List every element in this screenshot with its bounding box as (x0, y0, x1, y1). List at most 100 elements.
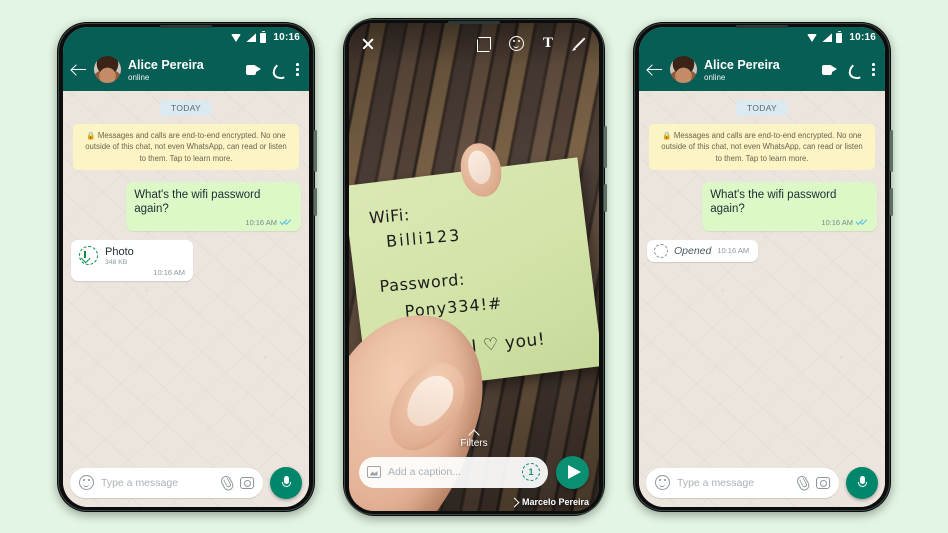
video-call-icon[interactable] (246, 64, 261, 75)
paperclip-icon[interactable] (217, 473, 235, 491)
composer-right: Type a message (639, 459, 885, 507)
text-icon[interactable]: T (543, 36, 553, 51)
encryption-notice[interactable]: 🔒 Messages and calls are end-to-end encr… (73, 123, 299, 171)
day-divider: TODAY (160, 99, 212, 116)
filters-control[interactable]: Filters (349, 430, 599, 449)
power-button-middle-phone[interactable] (604, 183, 607, 212)
microphone-icon (858, 475, 868, 490)
message-row-outgoing: What's the wifi password again? 10:16 AM (71, 182, 301, 231)
volume-button-middle-phone[interactable] (604, 125, 607, 168)
photo-labels: Photo 348 KB (105, 246, 134, 266)
outgoing-message-bubble[interactable]: What's the wifi password again? 10:16 AM (702, 182, 877, 231)
view-once-opened-bubble[interactable]: Opened 10:16 AM (647, 239, 759, 262)
photo-size: 348 KB (105, 258, 128, 266)
avatar[interactable] (670, 56, 697, 83)
close-icon[interactable] (361, 37, 375, 51)
editor-tool-group: T (475, 36, 587, 52)
cellular-signal-icon (246, 33, 257, 42)
outgoing-message-text: What's the wifi password again? (710, 189, 837, 216)
earpiece-speaker-right (736, 24, 788, 28)
power-button-left-phone[interactable] (314, 187, 317, 216)
three-phone-showcase: 10:16 Alice Pereira online TODAY 🔒 Messa… (0, 0, 948, 533)
screen-left: 10:16 Alice Pereira online TODAY 🔒 Messa… (63, 26, 309, 507)
chevron-up-icon (469, 430, 480, 436)
emoji-icon[interactable] (79, 475, 94, 490)
back-arrow-icon[interactable] (71, 62, 87, 78)
phone-left-chat: 10:16 Alice Pereira online TODAY 🔒 Messa… (57, 21, 317, 512)
view-once-badge[interactable]: 1 (522, 463, 540, 481)
voice-call-icon[interactable] (272, 63, 285, 76)
day-divider: TODAY (736, 99, 788, 116)
note-line-message: I ♡ you! (471, 329, 547, 357)
cellular-signal-icon (822, 33, 833, 42)
opened-time: 10:16 AM (717, 246, 750, 256)
volume-button-right-phone[interactable] (890, 129, 893, 172)
message-time: 10:16 AM (245, 217, 277, 227)
caption-input-pill[interactable]: Add a caption... 1 (359, 456, 548, 488)
sticker-icon[interactable] (508, 36, 524, 51)
message-input-placeholder[interactable]: Type a message (101, 477, 213, 489)
emoji-icon[interactable] (655, 475, 670, 490)
photo-time: 10:16 AM (153, 267, 185, 277)
battery-icon (260, 30, 267, 43)
wifi-icon (231, 33, 242, 42)
composer-left: Type a message (63, 459, 309, 507)
voice-call-icon[interactable] (848, 63, 861, 76)
note-message-post: you! (497, 328, 547, 354)
message-input-pill[interactable]: Type a message (646, 467, 839, 498)
contact-name: Alice Pereira (704, 57, 780, 72)
encryption-notice[interactable]: 🔒 Messages and calls are end-to-end encr… (649, 123, 875, 171)
contact-info[interactable]: Alice Pereira online (128, 57, 239, 82)
message-list-left: TODAY 🔒 Messages and calls are end-to-en… (71, 99, 301, 281)
status-bar-clock: 10:16 (849, 32, 876, 43)
lock-icon: 🔒 (662, 130, 672, 140)
crop-rotate-icon[interactable] (475, 36, 491, 52)
power-button-right-phone[interactable] (890, 187, 893, 216)
header-actions (822, 63, 877, 76)
caption-placeholder[interactable]: Add a caption... (388, 466, 515, 478)
recipient-name: Marcelo Pereira (521, 496, 589, 507)
message-row-outgoing: What's the wifi password again? 10:16 AM (647, 182, 877, 231)
note-line-wifi: WiFi: (368, 204, 411, 227)
chat-header-right: Alice Pereira online (639, 48, 885, 91)
recipient-indicator[interactable]: Marcelo Pereira (511, 497, 589, 507)
outgoing-message-bubble[interactable]: What's the wifi password again? 10:16 AM (126, 182, 301, 231)
video-call-icon[interactable] (822, 64, 837, 75)
read-receipt-icon (280, 218, 293, 226)
editor-toolbar: T (349, 22, 599, 65)
message-row-opened: Opened 10:16 AM (647, 239, 877, 262)
avatar[interactable] (94, 56, 121, 83)
camera-icon[interactable] (240, 476, 254, 489)
phone-middle-editor: WiFi: Billi123 Password: Pony334!# I ♡ y… (343, 17, 607, 516)
status-bar-right: 10:16 (639, 26, 885, 49)
view-once-photo-bubble[interactable]: Photo 348 KB 10:16 AM (71, 239, 193, 281)
volume-button-left-phone[interactable] (314, 129, 317, 172)
more-options-icon[interactable] (296, 63, 299, 76)
opened-label: Opened (674, 244, 712, 257)
view-once-download-icon[interactable] (79, 246, 98, 266)
chat-body-left: TODAY 🔒 Messages and calls are end-to-en… (63, 90, 309, 507)
more-options-icon[interactable] (872, 63, 875, 76)
paperclip-icon[interactable] (793, 473, 811, 491)
photo-title: Photo (105, 245, 134, 258)
thumbnail-nail (397, 366, 463, 435)
chat-body-right: TODAY 🔒 Messages and calls are end-to-en… (639, 90, 885, 507)
note-line-ssid: Billi123 (385, 224, 463, 251)
gallery-icon[interactable] (367, 466, 381, 478)
message-input-pill[interactable]: Type a message (70, 467, 263, 498)
send-button[interactable] (556, 455, 589, 489)
back-arrow-icon[interactable] (647, 62, 663, 78)
contact-info[interactable]: Alice Pereira online (704, 57, 815, 82)
message-input-placeholder[interactable]: Type a message (677, 477, 789, 489)
view-once-opened-icon (654, 243, 668, 258)
message-meta: 10:16 AM (134, 218, 293, 227)
contact-presence: online (704, 73, 726, 83)
contact-presence: online (128, 73, 150, 83)
draw-icon[interactable] (572, 36, 587, 51)
earpiece-speaker (160, 24, 212, 28)
camera-icon[interactable] (816, 476, 830, 489)
message-meta: 10:16 AM (710, 218, 869, 227)
send-icon (567, 465, 581, 479)
microphone-button[interactable] (270, 466, 302, 499)
microphone-button[interactable] (846, 466, 878, 499)
